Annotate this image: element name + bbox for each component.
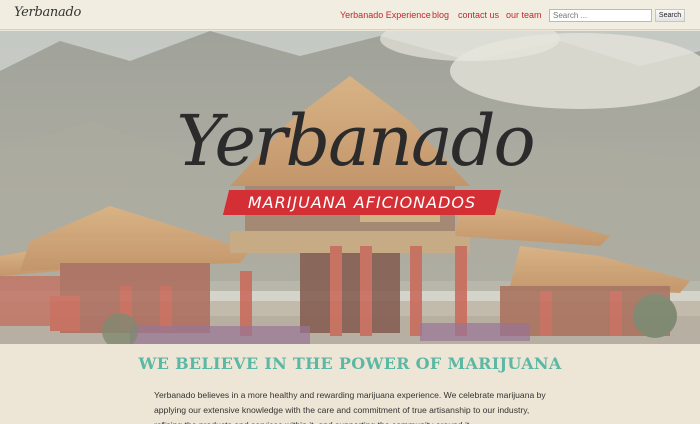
section-heading: WE BELIEVE IN THE POWER OF MARIJUANA: [138, 354, 562, 373]
hero-tagline: MARIJUANA AFICIONADOS: [247, 193, 477, 212]
search-input[interactable]: [549, 9, 652, 22]
nav-link-our-team[interactable]: our team: [506, 10, 542, 20]
nav-link-blog[interactable]: blog: [432, 10, 449, 20]
nav-link-yerbanado-experience[interactable]: Yerbanado Experience: [340, 10, 431, 20]
nav-link-contact-us[interactable]: contact us: [458, 10, 499, 20]
search-button[interactable]: Search: [655, 9, 685, 22]
main-content: WE BELIEVE IN THE POWER OF MARIJUANA Yer…: [0, 344, 700, 424]
hero-banner: Yerbanado MARIJUANA AFICIONADOS: [0, 31, 700, 344]
intro-paragraph: Yerbanado believes in a more healthy and…: [154, 390, 546, 424]
site-logo[interactable]: Yerbanado: [14, 5, 81, 20]
top-navigation-bar: Yerbanado Yerbanado Experience blog cont…: [0, 0, 700, 30]
hero-title: Yerbanado: [176, 100, 535, 182]
temple-photo: [0, 31, 700, 344]
